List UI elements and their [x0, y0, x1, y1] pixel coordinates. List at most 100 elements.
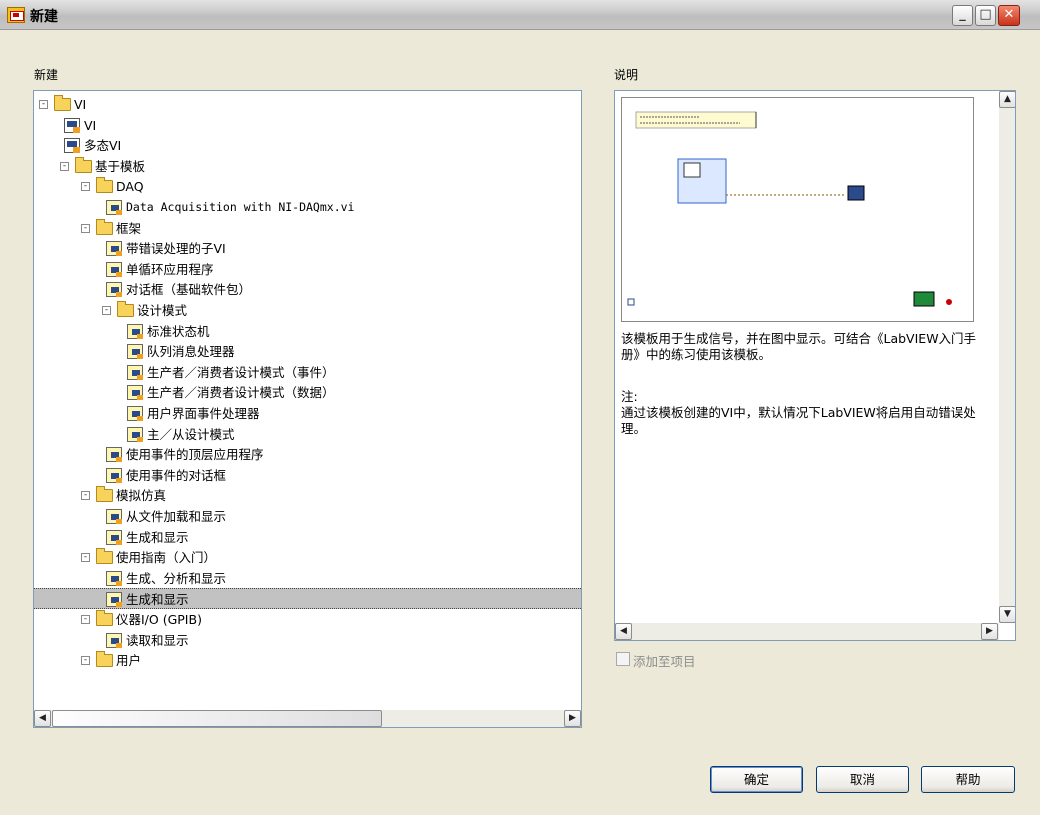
- tree-item[interactable]: 生成、分析和显示: [34, 568, 581, 589]
- collapse-icon[interactable]: -: [102, 306, 111, 315]
- tree-item-label: 基于模板: [95, 158, 146, 174]
- vi-template-icon: [106, 447, 122, 463]
- tree-item[interactable]: 标准状态机: [34, 321, 581, 342]
- arrow-down-icon: ▼: [1004, 609, 1011, 619]
- description-text: 该模板用于生成信号，并在图中显示。可结合《LabVIEW入门手册》中的练习使用该…: [621, 331, 977, 362]
- vi-template-icon: [106, 261, 122, 277]
- scroll-right-button[interactable]: ▶: [564, 710, 581, 727]
- tree-item[interactable]: 使用事件的对话框: [34, 465, 581, 486]
- folder-icon: [117, 301, 134, 317]
- description-horizontal-scrollbar[interactable]: ◀ ▶: [615, 623, 999, 640]
- tree-folder-item[interactable]: - 基于模板: [34, 156, 581, 177]
- vi-icon: [64, 138, 80, 154]
- tree-item-label: 单循环应用程序: [126, 261, 214, 277]
- close-icon: ✕: [1003, 7, 1015, 22]
- minimize-button[interactable]: _: [952, 5, 973, 26]
- preview-graph-terminal: [847, 185, 865, 201]
- tree-item[interactable]: 带错误处理的子VI: [34, 238, 581, 259]
- collapse-icon[interactable]: -: [81, 553, 90, 563]
- collapse-icon[interactable]: -: [81, 656, 90, 666]
- tree-item-label: 使用指南（入门）: [116, 550, 217, 566]
- tree-folder-item[interactable]: - 用户: [34, 650, 581, 671]
- collapse-icon[interactable]: -: [81, 182, 90, 192]
- tree-folder-item[interactable]: - 设计模式: [34, 300, 581, 321]
- tree-item[interactable]: 生产者／消费者设计模式（事件）: [34, 362, 581, 383]
- maximize-button[interactable]: □: [975, 5, 996, 26]
- scroll-left-button[interactable]: ◀: [34, 710, 51, 727]
- tree-folder-item[interactable]: - VI: [34, 94, 581, 115]
- tree-item-label: 生成和显示: [126, 529, 189, 545]
- collapse-icon[interactable]: -: [39, 100, 48, 109]
- labview-new-icon: [7, 7, 25, 23]
- collapse-icon[interactable]: -: [81, 223, 90, 233]
- preview-comment: [635, 111, 757, 129]
- vi-template-icon: [127, 426, 143, 442]
- block-diagram-preview: [621, 97, 974, 322]
- tree-item[interactable]: 主／从设计模式: [34, 424, 581, 445]
- vi-template-icon: [127, 364, 143, 380]
- help-button[interactable]: 帮助: [921, 766, 1015, 793]
- tree-item-label: 生成和显示: [126, 592, 189, 608]
- tree-hscroll-thumb[interactable]: [52, 710, 382, 727]
- tree-item-label: 模拟仿真: [116, 488, 167, 504]
- tree-folder-item[interactable]: - 仪器I/O (GPIB): [34, 609, 581, 630]
- tree-folder-item[interactable]: - 框架: [34, 218, 581, 239]
- tree-item[interactable]: 读取和显示: [34, 630, 581, 651]
- ok-button[interactable]: 确定: [710, 766, 803, 793]
- vi-icon: [64, 117, 80, 133]
- tree-item[interactable]: 用户界面事件处理器: [34, 403, 581, 424]
- desc-scroll-right-button[interactable]: ▶: [981, 623, 998, 640]
- vi-template-icon: [106, 282, 122, 298]
- arrow-right-icon: ▶: [569, 713, 576, 723]
- tree-item-label: 用户: [116, 653, 142, 669]
- arrow-left-icon: ◀: [39, 713, 46, 723]
- description-vertical-scrollbar[interactable]: ▲ ▼: [999, 91, 1015, 623]
- add-to-project-label: 添加至项目: [633, 654, 696, 669]
- tree-item[interactable]: 生产者／消费者设计模式（数据）: [34, 382, 581, 403]
- description-panel: 该模板用于生成信号，并在图中显示。可结合《LabVIEW入门手册》中的练习使用该…: [614, 90, 1016, 641]
- tree-horizontal-scrollbar[interactable]: ◀ ▶: [34, 710, 581, 727]
- vi-template-icon: [106, 241, 122, 257]
- vi-template-icon: [106, 467, 122, 483]
- add-to-project-checkbox[interactable]: [616, 652, 630, 666]
- collapse-icon[interactable]: -: [81, 615, 90, 624]
- tree-folder-item[interactable]: - DAQ: [34, 176, 581, 197]
- tree-item[interactable]: 队列消息处理器: [34, 341, 581, 362]
- collapse-icon[interactable]: -: [81, 491, 90, 501]
- tree-item[interactable]: 单循环应用程序: [34, 259, 581, 280]
- desc-scroll-up-button[interactable]: ▲: [999, 91, 1015, 108]
- folder-icon: [75, 156, 92, 173]
- tree-item-label: 从文件加载和显示: [126, 509, 227, 524]
- tree-item[interactable]: VI: [34, 115, 581, 136]
- folder-icon: [96, 651, 113, 668]
- tree-item[interactable]: 生成和显示: [34, 588, 581, 610]
- tree-folder-item[interactable]: - 使用指南（入门）: [34, 547, 581, 568]
- tree-item-label: 设计模式: [137, 303, 188, 318]
- tree-item[interactable]: 多态VI: [34, 135, 581, 156]
- tree-item-label: 仪器I/O (GPIB): [116, 612, 202, 627]
- arrow-up-icon: ▲: [1004, 94, 1011, 104]
- tree-item[interactable]: 生成和显示: [34, 527, 581, 548]
- vi-template-icon: [106, 592, 122, 608]
- desc-scroll-down-button[interactable]: ▼: [999, 606, 1015, 623]
- tree-item[interactable]: 从文件加载和显示: [34, 506, 581, 527]
- note-text: 通过该模板创建的VI中，默认情况下LabVIEW将启用自动错误处理。: [621, 405, 976, 436]
- vi-template-icon: [106, 529, 122, 545]
- vi-template-icon: [106, 570, 122, 586]
- collapse-icon[interactable]: -: [60, 161, 69, 171]
- tree-item-label: 使用事件的对话框: [126, 467, 227, 483]
- tree-item-label: VI: [84, 117, 97, 133]
- tree-folder-item[interactable]: - 模拟仿真: [34, 485, 581, 506]
- close-button[interactable]: ✕: [998, 5, 1020, 26]
- tree-item[interactable]: 使用事件的顶层应用程序: [34, 444, 581, 465]
- vi-template-icon: [106, 509, 122, 524]
- preview-stop-terminal: [627, 298, 635, 306]
- tree-item[interactable]: Data Acquisition with NI-DAQmx.vi: [34, 197, 581, 218]
- tree-item-label: 对话框（基础软件包）: [126, 282, 252, 298]
- template-tree[interactable]: - VI VI 多态VI - 基于模板 - DAQ Data Acquisition with …: [33, 90, 582, 728]
- tree-item[interactable]: 对话框（基础软件包）: [34, 279, 581, 300]
- arrow-left-icon: ◀: [620, 626, 627, 636]
- cancel-button[interactable]: 取消: [816, 766, 909, 793]
- tree-item-label: Data Acquisition with NI-DAQmx.vi: [126, 200, 355, 214]
- desc-scroll-left-button[interactable]: ◀: [615, 623, 632, 640]
